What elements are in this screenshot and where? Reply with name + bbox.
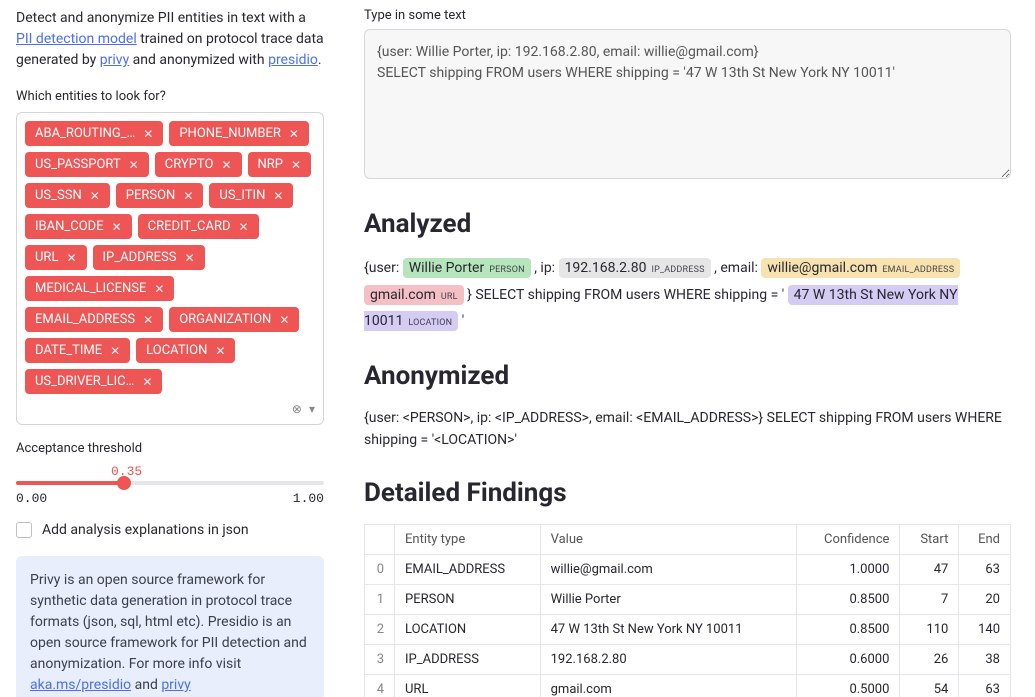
threshold-min: 0.00 [16, 491, 47, 506]
info-box: Privy is an open source framework for sy… [16, 556, 324, 697]
table-header [365, 524, 395, 554]
entity-tag[interactable]: US_PASSPORT✕ [25, 152, 149, 177]
entity-tag[interactable]: US_DRIVER_LIC…✕ [25, 369, 162, 394]
threshold-value: 0.35 [111, 464, 324, 479]
entities-label: Which entities to look for? [16, 89, 324, 104]
entity-tag[interactable]: US_SSN✕ [25, 183, 110, 208]
highlight-url: gmail.comURL [364, 285, 464, 305]
threshold-max: 1.00 [293, 491, 324, 506]
threshold-label: Acceptance threshold [16, 441, 324, 456]
analyzed-output: {user: Willie PorterPERSON , ip: 192.168… [364, 255, 1011, 335]
entity-tag[interactable]: PERSON✕ [116, 183, 204, 208]
entity-tag[interactable]: ORGANIZATION✕ [169, 307, 299, 332]
entity-tag[interactable]: CREDIT_CARD✕ [138, 214, 259, 239]
remove-tag-icon[interactable]: ✕ [154, 282, 164, 296]
table-header: End [959, 524, 1011, 554]
presidio-link[interactable]: presidio [268, 52, 318, 68]
table-header: Value [540, 524, 796, 554]
table-row: 3IP_ADDRESS192.168.2.800.60002638 [365, 644, 1011, 674]
remove-tag-icon[interactable]: ✕ [66, 251, 76, 265]
pii-model-link[interactable]: PII detection model [16, 31, 137, 47]
entity-tag[interactable]: NRP✕ [248, 152, 312, 177]
remove-tag-icon[interactable]: ✕ [143, 127, 153, 141]
entity-tag-list: ABA_ROUTING_…✕PHONE_NUMBER✕US_PASSPORT✕C… [25, 121, 315, 394]
remove-tag-icon[interactable]: ✕ [90, 189, 100, 203]
entity-tag[interactable]: DATE_TIME✕ [25, 338, 130, 363]
input-textarea[interactable] [364, 29, 1011, 179]
remove-tag-icon[interactable]: ✕ [273, 189, 283, 203]
entity-tag[interactable]: PHONE_NUMBER✕ [169, 121, 309, 146]
remove-tag-icon[interactable]: ✕ [142, 375, 152, 389]
remove-tag-icon[interactable]: ✕ [129, 158, 139, 172]
entity-tag[interactable]: ABA_ROUTING_…✕ [25, 121, 163, 146]
remove-tag-icon[interactable]: ✕ [279, 313, 289, 327]
sidebar: Detect and anonymize PII entities in tex… [0, 0, 340, 697]
table-row: 0EMAIL_ADDRESSwillie@gmail.com1.00004763 [365, 554, 1011, 584]
presidio-info-link[interactable]: aka.ms/presidio [30, 677, 131, 693]
table-row: 2LOCATION47 W 13th St New York NY 100110… [365, 614, 1011, 644]
entity-tag[interactable]: US_ITIN✕ [209, 183, 293, 208]
chevron-down-icon[interactable]: ▾ [309, 402, 315, 416]
highlight-ip: 192.168.2.80IP_ADDRESS [559, 258, 711, 278]
remove-tag-icon[interactable]: ✕ [112, 220, 122, 234]
findings-table: Entity typeValueConfidenceStartEnd 0EMAI… [364, 524, 1011, 697]
checkbox-label: Add analysis explanations in json [42, 522, 249, 538]
remove-tag-icon[interactable]: ✕ [291, 158, 301, 172]
remove-tag-icon[interactable]: ✕ [289, 127, 299, 141]
remove-tag-icon[interactable]: ✕ [183, 189, 193, 203]
remove-tag-icon[interactable]: ✕ [239, 220, 249, 234]
table-header: Confidence [796, 524, 900, 554]
privy-link[interactable]: privy [100, 52, 129, 68]
remove-tag-icon[interactable]: ✕ [143, 313, 153, 327]
anonymized-output: {user: <PERSON>, ip: <IP_ADDRESS>, email… [364, 407, 1011, 452]
entity-tag[interactable]: MEDICAL_LICENSE✕ [25, 276, 174, 301]
entity-tag[interactable]: IP_ADDRESS✕ [93, 245, 205, 270]
remove-tag-icon[interactable]: ✕ [221, 158, 231, 172]
description: Detect and anonymize PII entities in tex… [16, 8, 324, 71]
entity-tag[interactable]: URL✕ [25, 245, 87, 270]
table-row: 4URLgmail.com0.50005463 [365, 674, 1011, 697]
entities-multiselect[interactable]: ABA_ROUTING_…✕PHONE_NUMBER✕US_PASSPORT✕C… [16, 112, 324, 425]
threshold-slider[interactable] [16, 481, 324, 485]
anonymized-heading: Anonymized [364, 361, 1011, 391]
remove-tag-icon[interactable]: ✕ [215, 344, 225, 358]
findings-heading: Detailed Findings [364, 478, 1011, 508]
table-header: Entity type [395, 524, 541, 554]
textarea-label: Type in some text [364, 8, 1011, 23]
table-row: 1PERSONWillie Porter0.8500720 [365, 584, 1011, 614]
main-content: Type in some text Analyzed {user: Willie… [340, 0, 1035, 697]
threshold-section: Acceptance threshold 0.35 0.00 1.00 [16, 441, 324, 506]
entity-tag[interactable]: EMAIL_ADDRESS✕ [25, 307, 163, 332]
privy-info-link[interactable]: privy [161, 677, 190, 693]
slider-thumb[interactable] [117, 476, 131, 490]
table-header: Start [900, 524, 959, 554]
remove-tag-icon[interactable]: ✕ [185, 251, 195, 265]
entity-tag[interactable]: LOCATION✕ [136, 338, 235, 363]
entity-tag[interactable]: CRYPTO✕ [155, 152, 242, 177]
entity-tag[interactable]: IBAN_CODE✕ [25, 214, 132, 239]
findings-table-wrap: Entity typeValueConfidenceStartEnd 0EMAI… [364, 524, 1011, 697]
analyzed-heading: Analyzed [364, 209, 1011, 239]
remove-tag-icon[interactable]: ✕ [110, 344, 120, 358]
highlight-person: Willie PorterPERSON [403, 258, 531, 278]
clear-all-icon[interactable]: ⊗ [292, 402, 302, 416]
explanations-checkbox[interactable] [16, 522, 32, 538]
highlight-email: willie@gmail.comEMAIL_ADDRESS [761, 258, 960, 278]
